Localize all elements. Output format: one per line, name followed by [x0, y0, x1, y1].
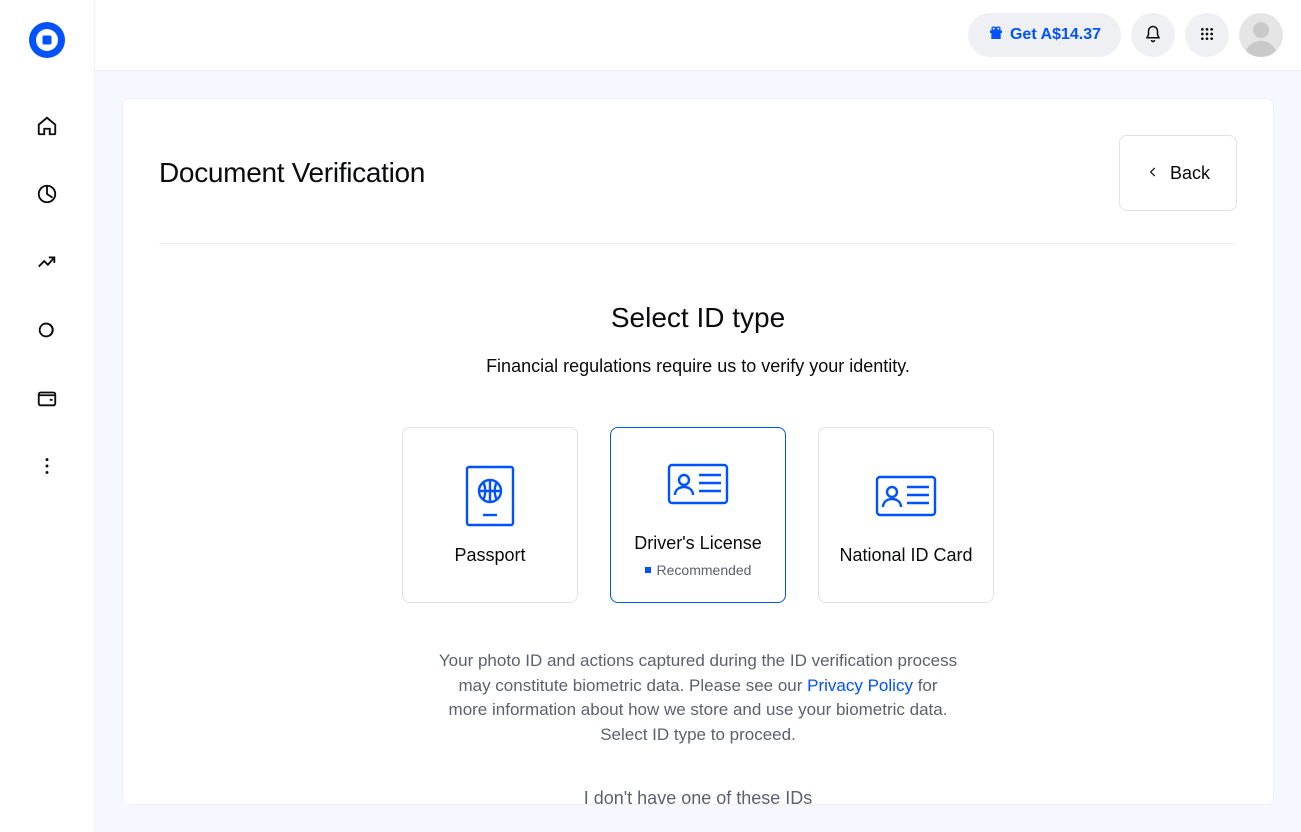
nav-trending[interactable] — [23, 238, 71, 286]
nav-more[interactable] — [23, 442, 71, 490]
id-option-passport[interactable]: Passport — [402, 427, 578, 603]
nav-chart[interactable] — [23, 170, 71, 218]
nav-token[interactable] — [23, 306, 71, 354]
nav-home[interactable] — [23, 102, 71, 150]
avatar[interactable] — [1239, 13, 1283, 57]
id-option-label: Passport — [454, 545, 525, 566]
id-option-label: National ID Card — [839, 545, 972, 566]
no-id-link[interactable]: I don't have one of these IDs — [328, 788, 1068, 805]
section-subtitle: Financial regulations require us to veri… — [328, 356, 1068, 377]
nav-wallet[interactable] — [23, 374, 71, 422]
license-icon — [667, 453, 729, 515]
verification-card: Document Verification Back Select ID typ… — [122, 98, 1274, 805]
bell-icon — [1144, 25, 1162, 46]
recommended-badge: Recommended — [645, 562, 752, 578]
id-option-drivers-license[interactable]: Driver's License Recommended — [610, 427, 786, 603]
passport-icon — [465, 465, 515, 527]
id-option-label: Driver's License — [634, 533, 761, 554]
topbar: Get A$14.37 — [95, 0, 1301, 71]
fine-print: Your photo ID and actions captured durin… — [438, 649, 958, 748]
brand-logo[interactable] — [29, 22, 65, 58]
apps-button[interactable] — [1185, 13, 1229, 57]
privacy-policy-link[interactable]: Privacy Policy — [807, 676, 913, 695]
grid-icon — [1199, 26, 1215, 45]
notifications-button[interactable] — [1131, 13, 1175, 57]
back-button[interactable]: Back — [1119, 135, 1237, 211]
chevron-left-icon — [1146, 163, 1160, 184]
section-title: Select ID type — [328, 302, 1068, 334]
id-options-row: Passport Driver's License Recommended — [328, 427, 1068, 603]
recommended-label: Recommended — [657, 562, 752, 578]
back-label: Back — [1170, 163, 1210, 184]
promo-button[interactable]: Get A$14.37 — [968, 13, 1121, 57]
promo-label: Get A$14.37 — [1010, 26, 1101, 44]
page-title: Document Verification — [159, 157, 425, 189]
sidebar — [0, 0, 95, 832]
id-card-icon — [875, 465, 937, 527]
dot-icon — [645, 567, 651, 573]
gift-icon — [988, 25, 1004, 46]
id-option-national-id[interactable]: National ID Card — [818, 427, 994, 603]
